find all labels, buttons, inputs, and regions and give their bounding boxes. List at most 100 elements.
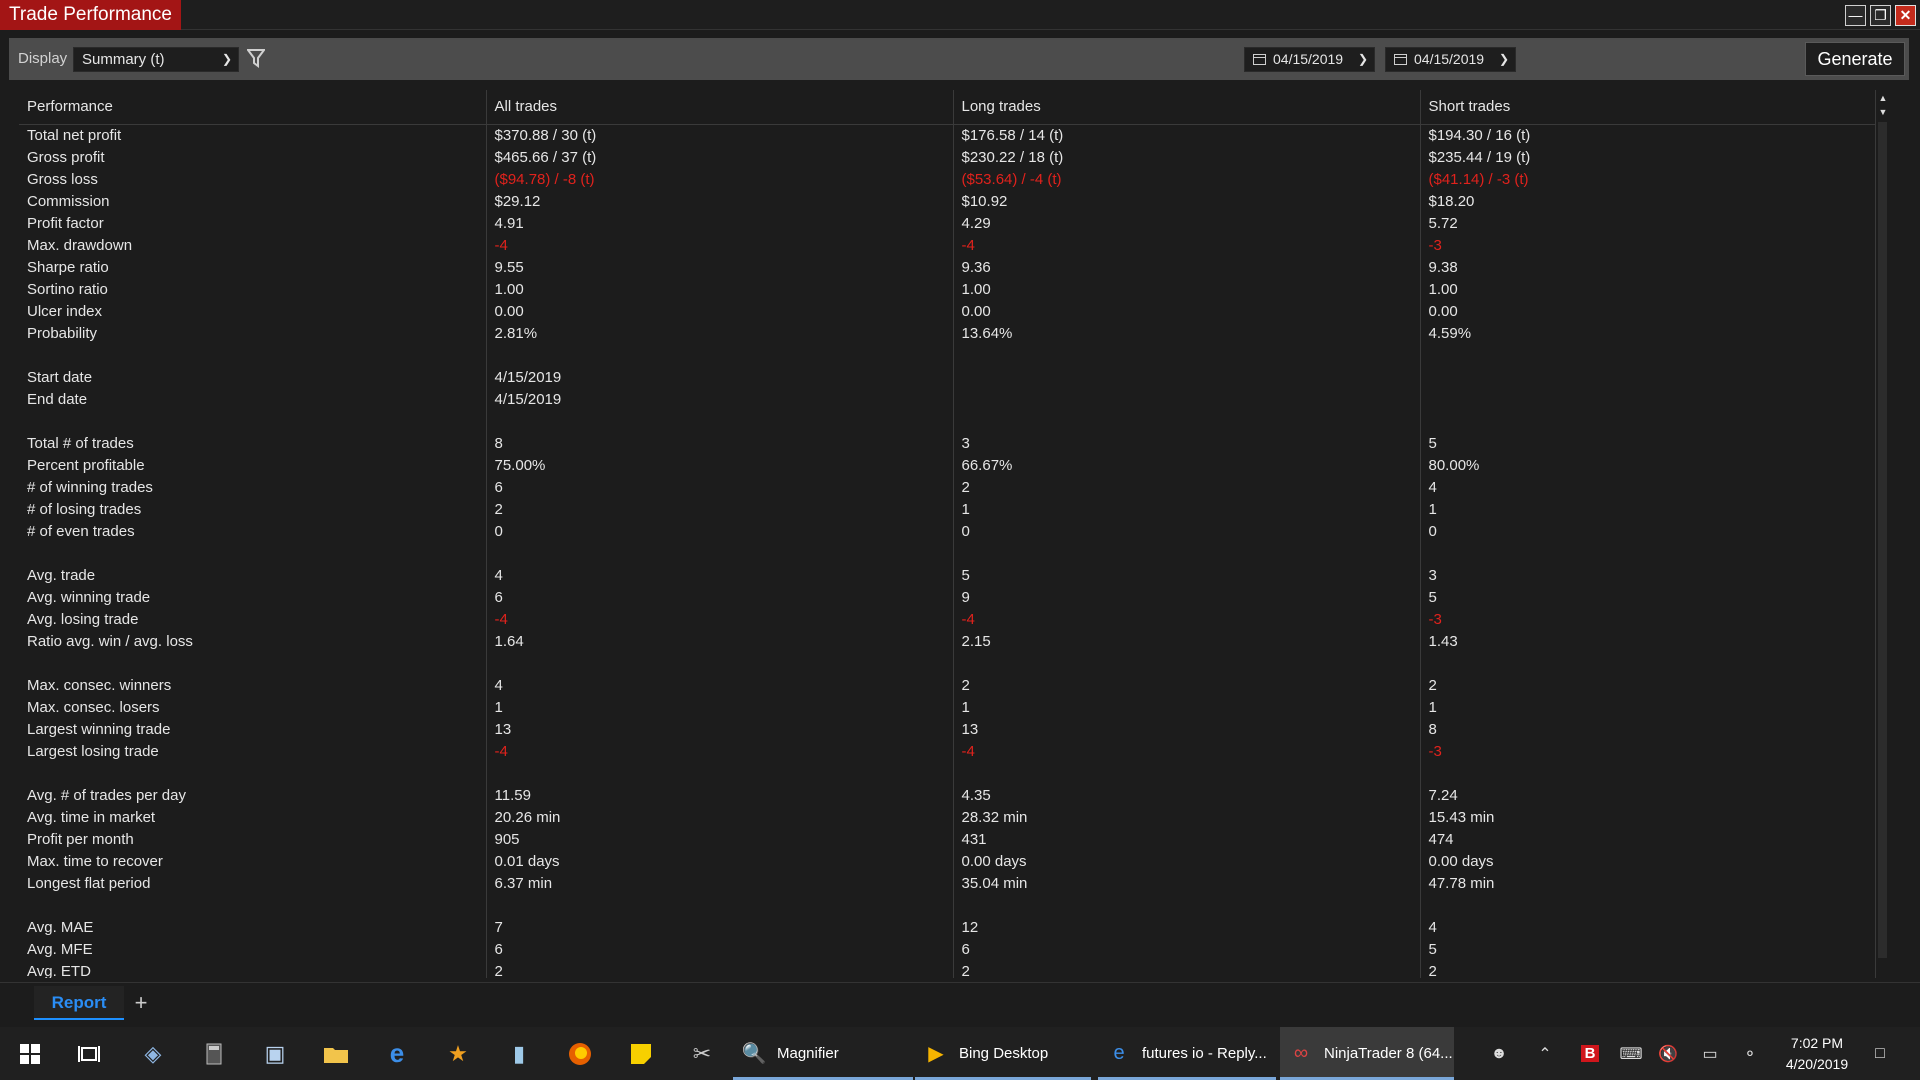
metric-label: [19, 410, 486, 432]
remote-desktop-icon[interactable]: ▣: [250, 1027, 300, 1080]
date-to-value: 04/15/2019: [1414, 51, 1485, 67]
battery-icon[interactable]: ▭: [1690, 1027, 1730, 1080]
metric-value-long: 66.67%: [952, 454, 1420, 476]
metric-value-short: -3: [1419, 740, 1889, 762]
metric-value-short: 0.00: [1419, 300, 1889, 322]
column-header-short-trades[interactable]: Short trades: [1419, 90, 1889, 125]
column-header-performance[interactable]: Performance: [19, 90, 486, 125]
metric-value-long: ($53.64) / -4 (t): [952, 168, 1420, 190]
metric-label: Total net profit: [27, 126, 122, 144]
metric-label: Avg. winning trade: [27, 588, 151, 606]
vertical-scrollbar[interactable]: ▲ ▼: [1875, 90, 1889, 978]
pinned-app-icon[interactable]: ◈: [128, 1027, 178, 1080]
people-icon[interactable]: ☻: [1475, 1027, 1523, 1080]
restore-button[interactable]: ❐: [1870, 5, 1891, 26]
metric-value-short: 5: [1419, 938, 1889, 960]
close-button[interactable]: ✕: [1895, 5, 1916, 26]
add-tab-button[interactable]: +: [128, 989, 154, 1017]
performance-grid: Performance All trades Long trades Short…: [19, 90, 1889, 978]
metric-value-short: $194.30 / 16 (t): [1419, 124, 1889, 146]
calculator-icon[interactable]: [189, 1027, 239, 1080]
table-row: Max. consec. losers 1 1 1: [19, 696, 1889, 718]
windows-start-icon[interactable]: [5, 1027, 55, 1080]
display-select[interactable]: Summary (t) ❯: [73, 47, 239, 72]
metric-value-long: 1.00: [952, 278, 1420, 300]
scroll-down-icon[interactable]: ▼: [1877, 106, 1889, 118]
scroll-thumb[interactable]: [1878, 122, 1887, 958]
metric-value-all: -4: [485, 740, 953, 762]
title-bar: Trade Performance — ❐ ✕: [0, 0, 1920, 30]
filter-icon[interactable]: [247, 48, 265, 68]
calendar-icon: [1394, 54, 1407, 65]
table-row: Profit factor 4.91 4.29 5.72: [19, 212, 1889, 234]
wifi-icon[interactable]: ⚬: [1730, 1027, 1770, 1080]
table-row: Max. consec. winners 4 2 2: [19, 674, 1889, 696]
generate-button[interactable]: Generate: [1805, 42, 1905, 76]
metric-value-short: 2: [1419, 674, 1889, 696]
taskbar-app-futures-io[interactable]: e futures io - Reply...: [1098, 1027, 1276, 1080]
metric-value-all: 1.00: [485, 278, 953, 300]
taskbar-app-ninjatrader[interactable]: ∞ NinjaTrader 8 (64...: [1280, 1027, 1454, 1080]
metric-value-long: 1: [952, 696, 1420, 718]
task-view-icon[interactable]: [64, 1027, 114, 1080]
spacer-row: [19, 410, 1889, 432]
show-hidden-icons[interactable]: ⌃: [1525, 1027, 1565, 1080]
metric-value-short: 474: [1419, 828, 1889, 850]
metric-label: Ratio avg. win / avg. loss: [27, 632, 193, 650]
metric-value-long: [952, 652, 1420, 674]
table-row: Total # of trades 8 3 5: [19, 432, 1889, 454]
metric-label: # of even trades: [27, 522, 135, 540]
table-row: Profit per month 905 431 474: [19, 828, 1889, 850]
volume-muted-icon[interactable]: 🔇: [1648, 1027, 1688, 1080]
tab-report[interactable]: Report: [34, 986, 124, 1020]
sticky-notes-icon[interactable]: [616, 1027, 666, 1080]
taskbar-app-bing-desktop[interactable]: ▶ Bing Desktop: [915, 1027, 1091, 1080]
metric-value-long: [952, 762, 1420, 784]
date-from-value: 04/15/2019: [1273, 51, 1344, 67]
metric-value-long: 6: [952, 938, 1420, 960]
metric-value-long: 431: [952, 828, 1420, 850]
scroll-up-icon[interactable]: ▲: [1877, 92, 1889, 104]
table-row: Probability 2.81% 13.64% 4.59%: [19, 322, 1889, 344]
snipping-tool-icon[interactable]: ✂: [677, 1027, 727, 1080]
metric-value-all: -4: [485, 608, 953, 630]
column-header-long-trades[interactable]: Long trades: [952, 90, 1420, 125]
date-to-picker[interactable]: 04/15/2019 ❯: [1385, 47, 1516, 72]
firefox-icon[interactable]: [555, 1027, 605, 1080]
metric-value-all: 75.00%: [485, 454, 953, 476]
metric-value-all: 11.59: [485, 784, 953, 806]
internet-explorer-icon[interactable]: e: [372, 1027, 422, 1080]
window-title: Trade Performance: [0, 0, 181, 30]
keyboard-icon[interactable]: ⌨: [1611, 1027, 1651, 1080]
table-row: Avg. # of trades per day 11.59 4.35 7.24: [19, 784, 1889, 806]
security-app-icon[interactable]: B: [1570, 1027, 1610, 1080]
metric-value-long: 4.29: [952, 212, 1420, 234]
metric-label: Probability: [27, 324, 98, 342]
notifications-icon[interactable]: □: [1855, 1027, 1905, 1080]
table-row: # of winning trades 6 2 4: [19, 476, 1889, 498]
spacer-row: [19, 894, 1889, 916]
metric-value-short: [1419, 388, 1889, 410]
table-row: Ratio avg. win / avg. loss 1.64 2.15 1.43: [19, 630, 1889, 652]
metric-value-all: 4: [485, 674, 953, 696]
minimize-button[interactable]: —: [1845, 5, 1866, 26]
table-row: Sharpe ratio 9.55 9.36 9.38: [19, 256, 1889, 278]
file-explorer-icon[interactable]: [311, 1027, 361, 1080]
chevron-down-icon: ❯: [1357, 52, 1368, 66]
paint-icon[interactable]: ★: [433, 1027, 483, 1080]
metric-label: [19, 542, 486, 564]
taskbar-app-label: NinjaTrader 8 (64...: [1324, 1045, 1453, 1062]
chevron-down-icon: ❯: [1498, 52, 1509, 66]
metric-value-long: 12: [952, 916, 1420, 938]
taskbar-app-magnifier[interactable]: 🔍 Magnifier: [733, 1027, 913, 1080]
notes-icon[interactable]: ▮: [494, 1027, 544, 1080]
date-from-picker[interactable]: 04/15/2019 ❯: [1244, 47, 1375, 72]
bing-icon: ▶: [928, 1043, 944, 1065]
system-clock[interactable]: 7:02 PM 4/20/2019: [1772, 1033, 1862, 1075]
table-row: Longest flat period 6.37 min 35.04 min 47.7…: [19, 872, 1889, 894]
metric-label: Max. drawdown: [27, 236, 133, 254]
metric-value-all: [485, 410, 953, 432]
metric-value-long: 0.00 days: [952, 850, 1420, 872]
metric-value-long: 5: [952, 564, 1420, 586]
column-header-all-trades[interactable]: All trades: [485, 90, 953, 125]
